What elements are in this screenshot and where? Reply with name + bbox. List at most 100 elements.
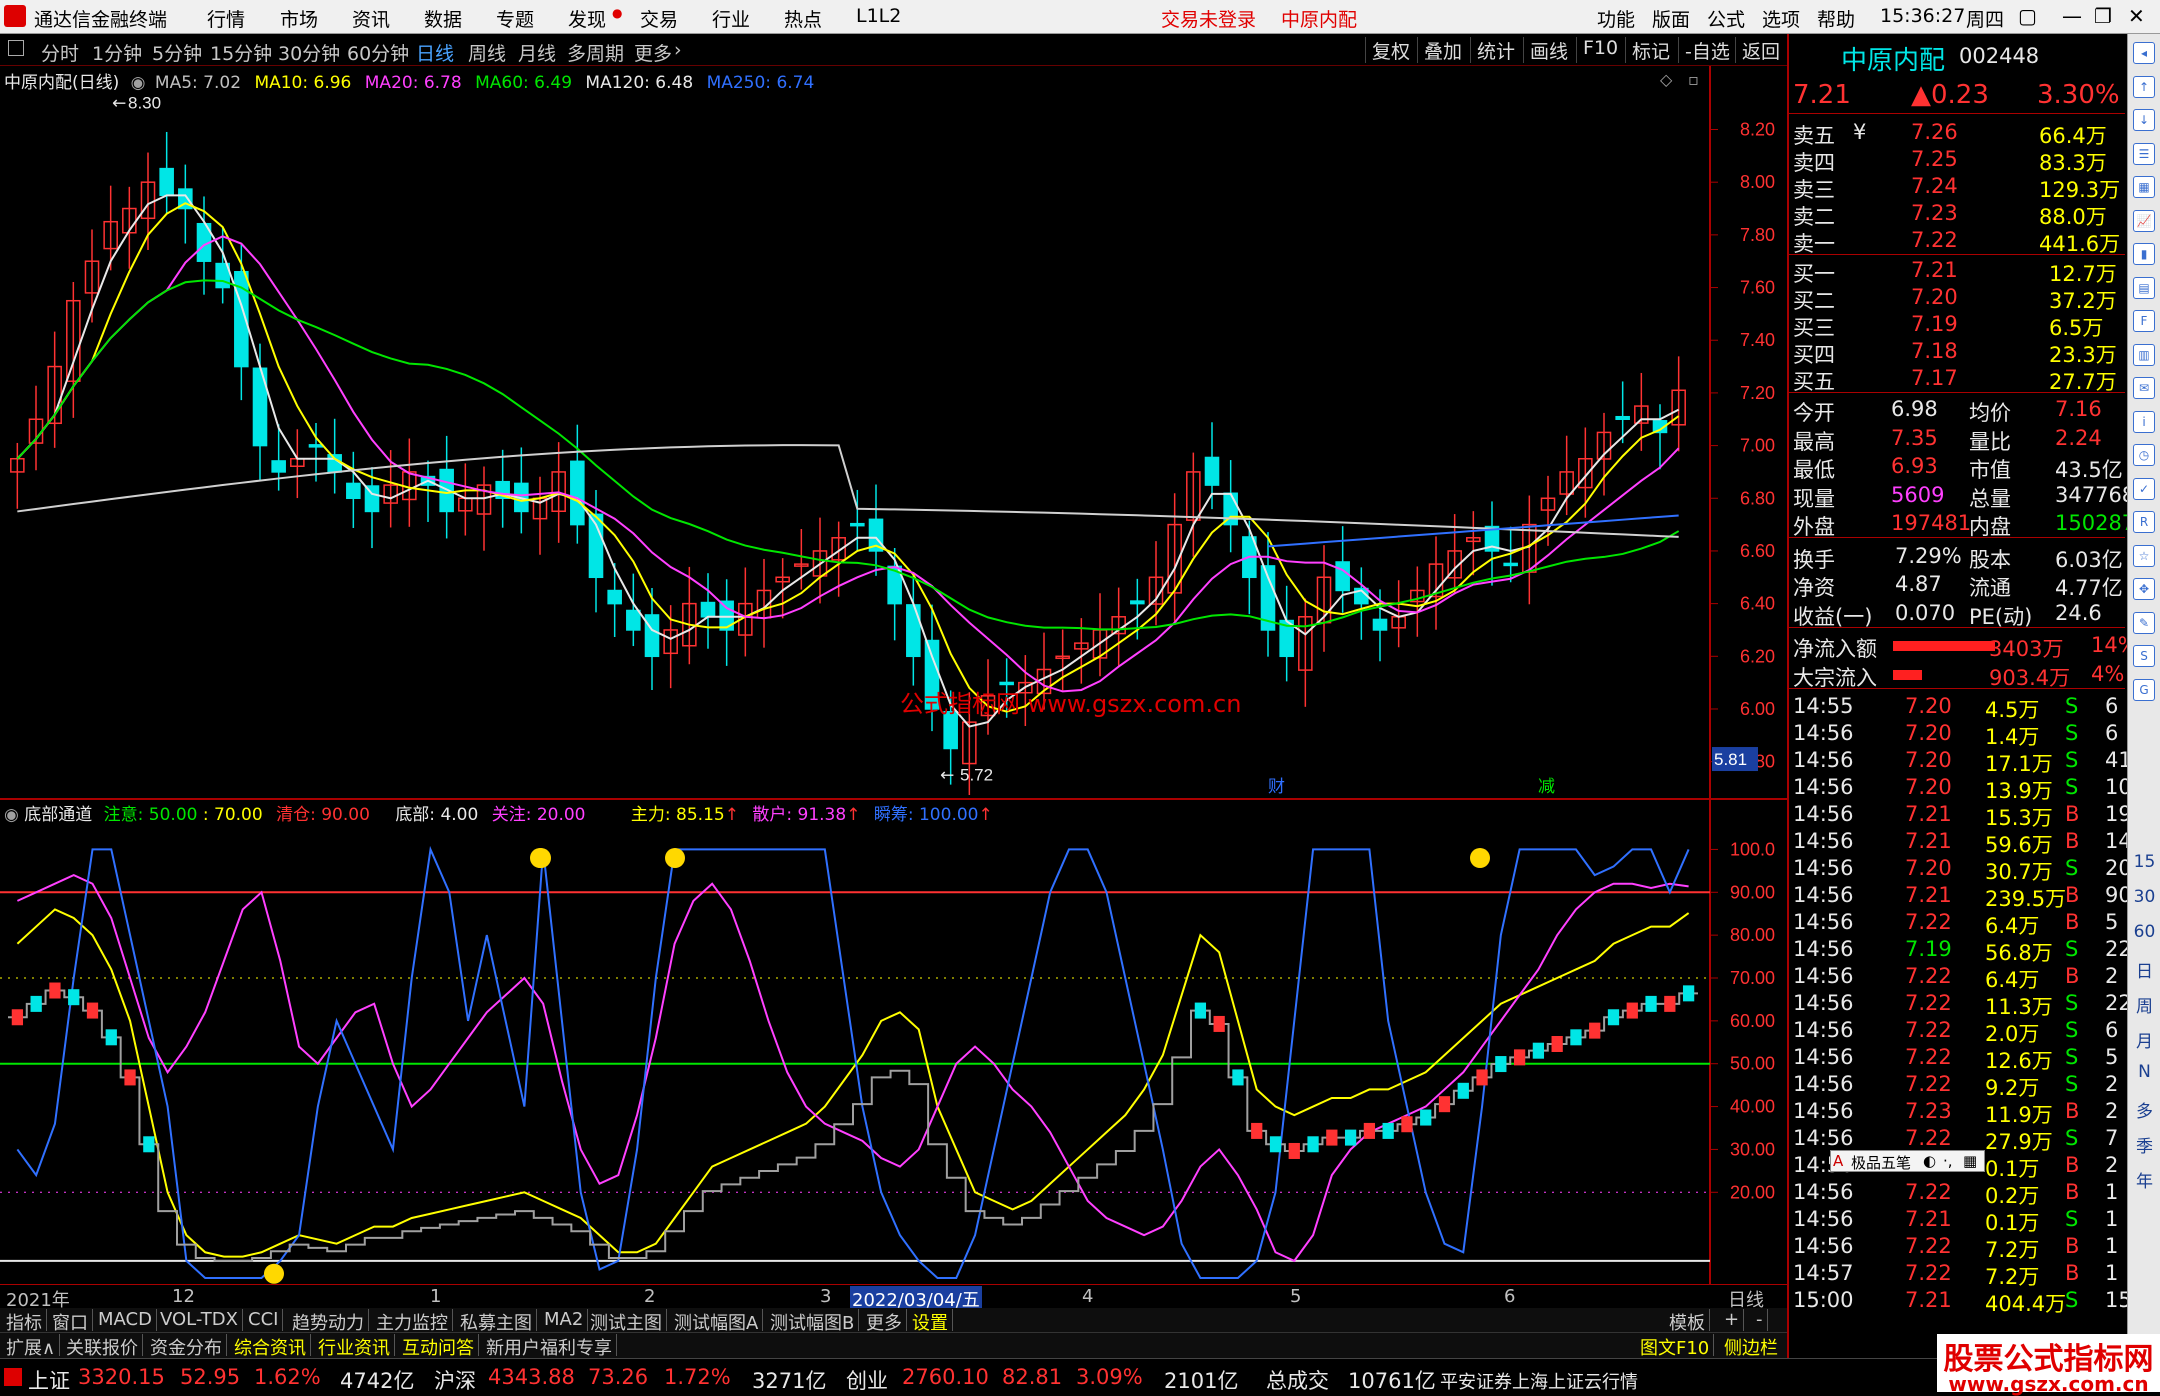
- f10-icon[interactable]: F: [2133, 310, 2155, 332]
- tab-guanlianbaojia[interactable]: 关联报价: [62, 1334, 143, 1359]
- tool-tongji[interactable]: 统计: [1470, 37, 1521, 63]
- tab-hangyezixun[interactable]: 行业资讯: [314, 1334, 395, 1359]
- tab-qushidongli[interactable]: 趋势动力: [288, 1309, 369, 1334]
- tab-moban[interactable]: 模板: [1665, 1309, 1710, 1334]
- sub-chart-svg[interactable]: 100.0 90.00 80.00 70.00 60.00 50.00 40.00 30.00…: [0, 800, 1787, 1284]
- tab-xinyonghu[interactable]: 新用户福利专享: [482, 1334, 617, 1359]
- index-hs-label[interactable]: 沪深: [434, 1365, 476, 1395]
- period-monthly[interactable]: 月线: [518, 39, 556, 66]
- star-icon[interactable]: ☆: [2133, 544, 2155, 567]
- tab-zhulijiankong[interactable]: 主力监控: [372, 1309, 453, 1334]
- ime-moon-icon[interactable]: ◐: [1923, 1152, 1936, 1170]
- tab-vol-tdx[interactable]: VOL-TDX: [156, 1309, 243, 1331]
- period-more[interactable]: 更多: [634, 39, 672, 66]
- side-period-1[interactable]: 30: [2128, 887, 2160, 907]
- tool-zixuan[interactable]: -自选: [1678, 37, 1736, 63]
- period-30min[interactable]: 30分钟: [278, 39, 340, 66]
- rsi-icon[interactable]: R: [2133, 511, 2155, 533]
- tab-zhibiao[interactable]: 指标: [2, 1309, 47, 1334]
- trade-login-status[interactable]: 交易未登录: [1161, 5, 1256, 32]
- menu-hangqing[interactable]: 行情: [207, 5, 245, 32]
- move-icon[interactable]: ✥: [2133, 578, 2155, 600]
- menu-gongneng[interactable]: 功能: [1597, 5, 1635, 32]
- tab-shezhi[interactable]: 设置: [908, 1309, 953, 1334]
- menu-hangye[interactable]: 行业: [712, 5, 750, 32]
- menu-shuju[interactable]: 数据: [424, 5, 462, 32]
- tab-chuangkou[interactable]: 窗口: [48, 1309, 93, 1334]
- g-icon[interactable]: G: [2133, 678, 2155, 701]
- tab-macd[interactable]: MACD: [94, 1309, 157, 1331]
- tool-fuquan[interactable]: 复权: [1365, 37, 1416, 63]
- chevron-right-icon[interactable]: ›: [674, 39, 682, 61]
- side-period-2[interactable]: 60: [2128, 922, 2160, 942]
- info-icon[interactable]: i: [2133, 410, 2155, 433]
- panel-toggle-icon[interactable]: [8, 40, 24, 56]
- clock-icon[interactable]: ◷: [2133, 444, 2155, 466]
- period-fenshi[interactable]: 分时: [41, 39, 79, 66]
- tab-zonghezixun[interactable]: 综合资讯: [230, 1334, 311, 1359]
- period-1min[interactable]: 1分钟: [92, 39, 142, 66]
- tool-huaxian[interactable]: 画线: [1523, 37, 1574, 63]
- tab-kuozhan[interactable]: 扩展∧: [2, 1334, 61, 1359]
- ime-punct-icon[interactable]: ·,: [1943, 1152, 1953, 1170]
- period-60min[interactable]: 60分钟: [347, 39, 409, 66]
- index-sh-label[interactable]: 上证: [28, 1365, 70, 1395]
- news-icon[interactable]: ✉: [2133, 377, 2155, 399]
- side-period-5[interactable]: 月: [2128, 1027, 2160, 1052]
- side-period-8[interactable]: 季: [2128, 1132, 2160, 1157]
- tab-gengduo[interactable]: 更多: [862, 1309, 907, 1334]
- main-kline-chart[interactable]: 8.20 8.00 7.80 7.60 7.40 7.20 7.00 6.80 6.60 6.40…: [0, 66, 1787, 800]
- tab-ceshifutu-a[interactable]: 测试幅图A: [670, 1309, 764, 1334]
- side-period-6[interactable]: N: [2128, 1062, 2160, 1082]
- menu-banmian[interactable]: 版面: [1652, 5, 1690, 32]
- menu-l1l2[interactable]: L1L2: [856, 5, 901, 27]
- table-icon[interactable]: ▥: [2133, 343, 2155, 366]
- menu-bangzhu[interactable]: 帮助: [1817, 5, 1855, 32]
- up-arrow-icon[interactable]: ◂: [2133, 42, 2155, 64]
- tab-ceshizhutu[interactable]: 测试主图: [586, 1309, 667, 1334]
- restore-icon[interactable]: ❐: [2094, 4, 2112, 28]
- side-period-9[interactable]: 年: [2128, 1167, 2160, 1192]
- tool-biaoji[interactable]: 标记: [1625, 37, 1676, 63]
- menu-jiaoyi[interactable]: 交易: [640, 5, 678, 32]
- expand-icon[interactable]: ▫: [1688, 70, 1699, 89]
- tab-cci[interactable]: CCI: [244, 1309, 284, 1331]
- fs-icon[interactable]: S: [2133, 645, 2155, 667]
- period-5min[interactable]: 5分钟: [152, 39, 202, 66]
- period-daily[interactable]: 日线: [416, 39, 454, 66]
- tab-hudongwenda[interactable]: 互动问答: [398, 1334, 479, 1359]
- indicator-settings-icon[interactable]: ◉: [4, 805, 19, 825]
- side-period-4[interactable]: 周: [2128, 992, 2160, 1017]
- indicator-subchart[interactable]: 100.0 90.00 80.00 70.00 60.00 50.00 40.00 30.00…: [0, 800, 1787, 1284]
- ime-a-icon[interactable]: A: [1833, 1152, 1843, 1170]
- pen-icon[interactable]: ✎: [2133, 611, 2155, 634]
- tool-diejia[interactable]: 叠加: [1417, 37, 1468, 63]
- tab-remove[interactable]: -: [1752, 1309, 1768, 1331]
- kline-icon[interactable]: ▮: [2133, 243, 2155, 265]
- tab-add[interactable]: +: [1720, 1309, 1745, 1331]
- ime-keyboard-icon[interactable]: ▦: [1963, 1152, 1977, 1170]
- grid-icon[interactable]: ▦: [2133, 176, 2155, 198]
- menu-faxian[interactable]: 发现: [568, 5, 606, 32]
- tool-fanhui[interactable]: 返回: [1735, 37, 1786, 63]
- window-menu-icon[interactable]: ▢: [2018, 4, 2037, 28]
- ime-toolbar[interactable]: A 极品五笔 ◐ ·, ▦: [1830, 1150, 1985, 1172]
- down-arrow-icon[interactable]: ↓: [2133, 109, 2155, 131]
- tab-tuwen-f10[interactable]: 图文F10: [1636, 1334, 1715, 1359]
- tool-f10[interactable]: F10: [1576, 37, 1624, 63]
- menu-shichang[interactable]: 市场: [280, 5, 318, 32]
- main-chart-svg[interactable]: 8.20 8.00 7.80 7.60 7.40 7.20 7.00 6.80 6.60 6.40…: [0, 66, 1787, 800]
- menu-zhuanti[interactable]: 专题: [496, 5, 534, 32]
- up-arrow-icon[interactable]: ↑: [2133, 75, 2155, 98]
- tab-simuzhutu[interactable]: 私募主图: [456, 1309, 537, 1334]
- menu-zixun[interactable]: 资讯: [352, 5, 390, 32]
- doc-icon[interactable]: ▤: [2133, 276, 2155, 299]
- side-period-0[interactable]: 15: [2128, 852, 2160, 872]
- period-15min[interactable]: 15分钟: [210, 39, 272, 66]
- period-weekly[interactable]: 周线: [468, 39, 506, 66]
- side-period-7[interactable]: 多: [2128, 1097, 2160, 1122]
- diamond-icon[interactable]: ◇: [1660, 70, 1672, 89]
- chart-icon[interactable]: 📈: [2133, 209, 2155, 232]
- menu-gongshi[interactable]: 公式: [1707, 5, 1745, 32]
- tab-ceshifutu-b[interactable]: 测试幅图B: [766, 1309, 860, 1334]
